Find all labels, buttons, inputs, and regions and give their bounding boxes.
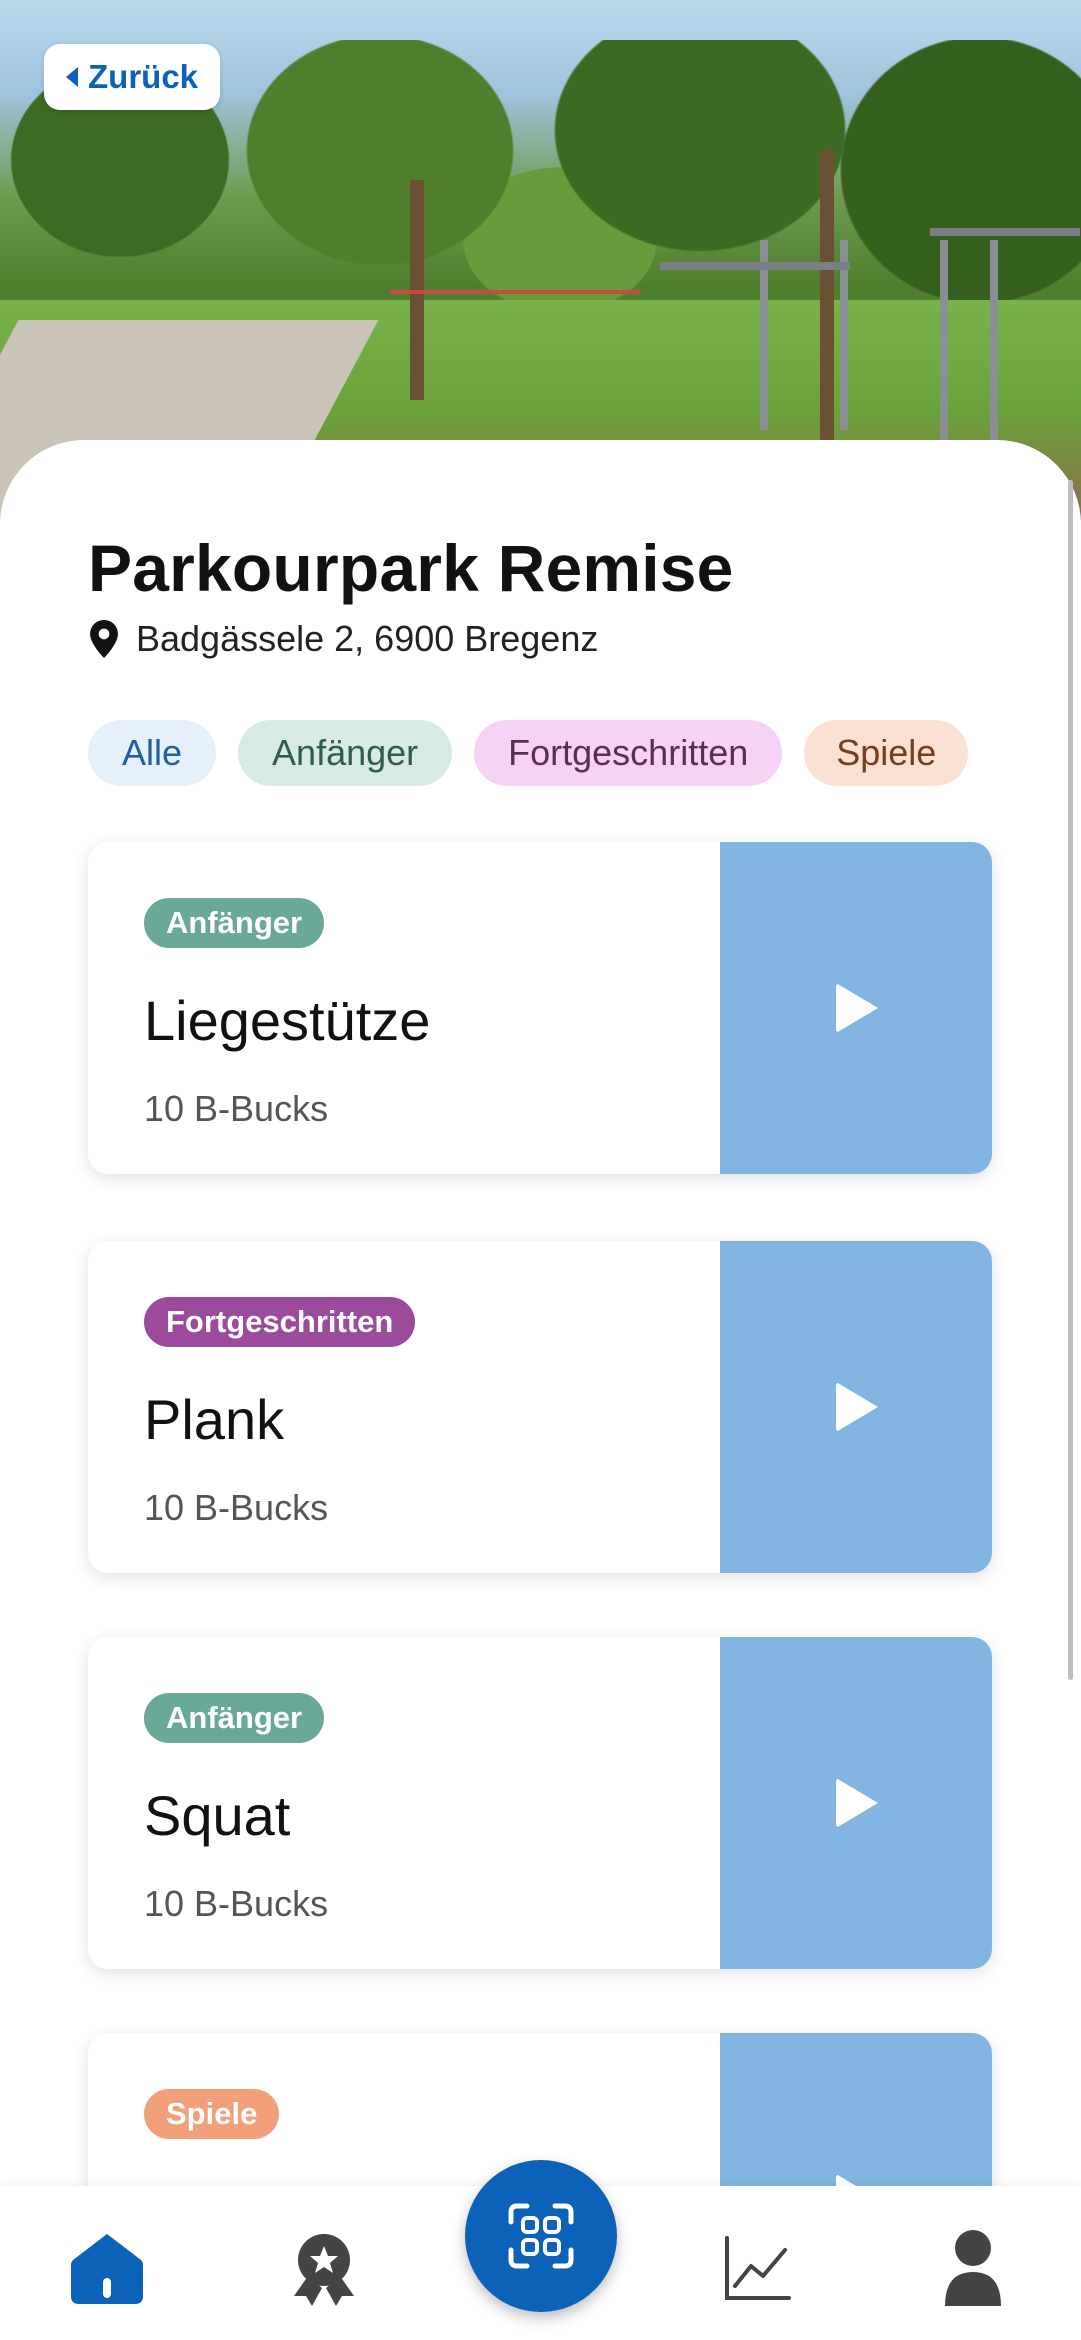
filter-chip-all[interactable]: Alle [88,720,217,786]
play-icon [836,983,878,1033]
exercise-card[interactable]: Anfänger Squat 10 B-Bucks [88,1637,992,1969]
filter-chips: Alle Anfänger Fortgeschritten Spiele [88,720,969,786]
chevron-left-icon [66,67,78,87]
scan-button[interactable] [465,2160,617,2312]
nav-home[interactable] [67,2228,147,2308]
nav-achievements[interactable] [284,2228,364,2308]
home-icon [71,2234,143,2304]
filter-chip-games[interactable]: Spiele [804,720,969,786]
exercise-card[interactable]: Anfänger Liegestütze 10 B-Bucks [88,842,992,1174]
play-icon [836,1382,878,1432]
level-badge: Anfänger [144,1693,325,1743]
exercise-card[interactable]: Fortgeschritten Plank 10 B-Bucks [88,1241,992,1573]
level-badge: Spiele [144,2089,280,2139]
back-button-label: Zurück [88,58,199,95]
exercise-name: Squat [144,1784,291,1847]
location-address: Badgässele 2, 6900 Bregenz [88,618,598,660]
back-button[interactable]: Zurück [44,44,221,110]
qr-scan-icon [508,2203,574,2269]
nav-profile[interactable] [933,2228,1013,2308]
photo-tree-trunk [820,150,834,440]
profile-icon [945,2230,1001,2306]
exercise-reward: 10 B-Bucks [144,1088,329,1129]
video-thumbnail[interactable] [720,1637,992,1969]
photo-bar [930,228,1080,236]
chart-icon [725,2236,791,2300]
video-thumbnail[interactable] [720,1241,992,1573]
photo-post [990,240,998,440]
photo-post [940,240,948,440]
photo-rope [390,290,640,294]
badge-icon [294,2234,354,2306]
page-title: Parkourpark Remise [88,531,734,605]
nav-statistics[interactable] [717,2228,797,2308]
address-text: Badgässele 2, 6900 Bregenz [136,618,599,659]
level-badge: Anfänger [144,898,325,948]
screen: Zurück Parkourpark Remise Badgässele 2, … [0,0,1081,2340]
level-badge: Fortgeschritten [144,1297,416,1347]
scrollbar[interactable] [1068,480,1073,1680]
exercise-name: Liegestütze [144,989,431,1052]
video-thumbnail[interactable] [720,842,992,1174]
play-icon [836,1778,878,1828]
exercise-name: Plank [144,1388,285,1451]
location-pin-icon [90,620,118,658]
filter-chip-advanced[interactable]: Fortgeschritten [474,720,783,786]
photo-bar [660,262,850,270]
filter-chip-beginner[interactable]: Anfänger [238,720,453,786]
exercise-reward: 10 B-Bucks [144,1487,329,1528]
exercise-reward: 10 B-Bucks [144,1883,329,1924]
